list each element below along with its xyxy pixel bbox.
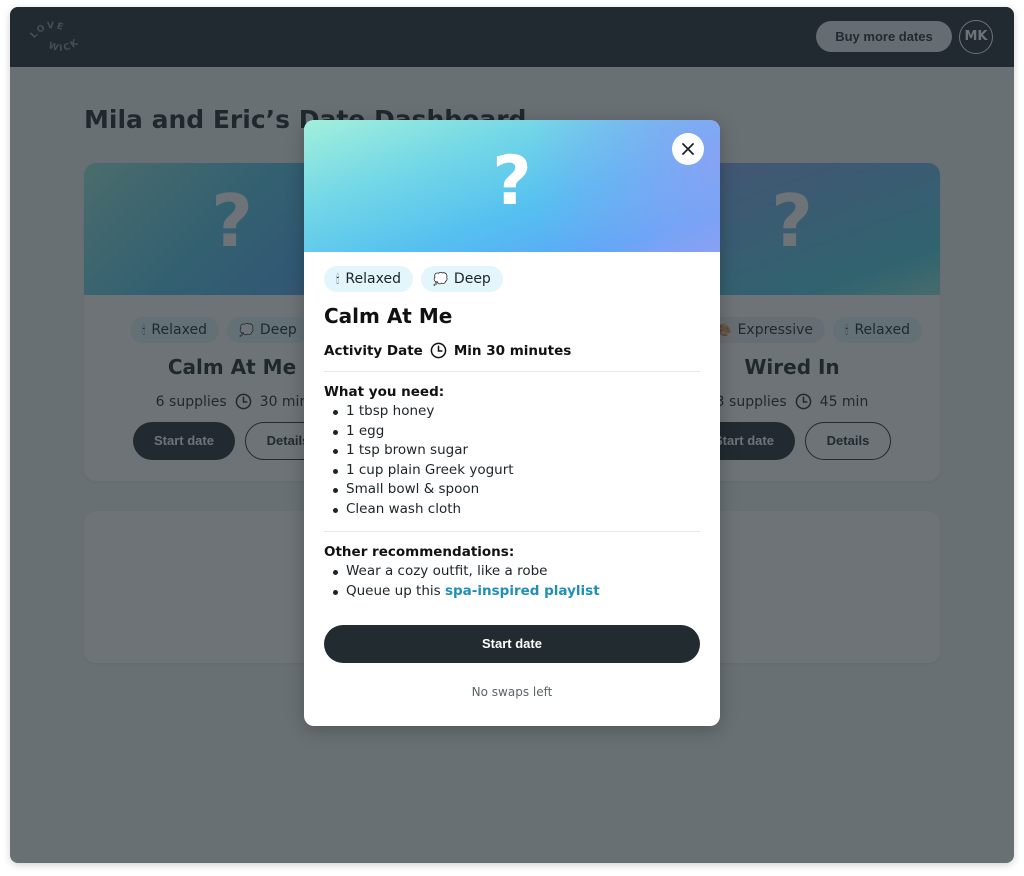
playlist-link[interactable]: spa-inspired playlist xyxy=(445,583,600,599)
tag-deep: 💭 Deep xyxy=(420,266,503,292)
tag-label: Relaxed xyxy=(345,271,401,287)
divider xyxy=(324,371,700,372)
modal-body: 🕯 Relaxed 💭 Deep Calm At Me Activity Dat… xyxy=(304,252,720,699)
needs-heading: What you need: xyxy=(324,384,445,400)
divider xyxy=(324,531,700,532)
tag-label: Deep xyxy=(453,271,491,287)
rec-text: Wear a cozy outfit, like a robe xyxy=(346,563,548,579)
list-item: Small bowl & spoon xyxy=(324,480,700,500)
modal-tags: 🕯 Relaxed 💭 Deep xyxy=(324,266,700,292)
list-item: Clean wash cloth xyxy=(324,500,700,520)
list-item: 1 cup plain Greek yogurt xyxy=(324,461,700,481)
tag-relaxed: 🕯 Relaxed xyxy=(324,266,413,292)
date-details-modal: ? 🕯 Relaxed 💭 Deep Calm At Me Activity D… xyxy=(304,120,720,726)
recs-list: Wear a cozy outfit, like a robe Queue up… xyxy=(324,562,700,601)
date-type: Activity Date xyxy=(324,342,423,359)
start-date-button[interactable]: Start date xyxy=(324,625,700,663)
swaps-status: No swaps left xyxy=(471,685,553,699)
modal-title: Calm At Me xyxy=(324,304,453,328)
duration: Min 30 minutes xyxy=(453,342,572,359)
thought-bubble-icon: 💭 xyxy=(432,272,448,286)
close-icon xyxy=(682,143,694,155)
candle-icon: 🕯 xyxy=(336,271,340,286)
mystery-question-icon: ? xyxy=(492,142,532,221)
modal-meta: Activity Date Min 30 minutes xyxy=(324,342,700,359)
list-item: Queue up this spa-inspired playlist xyxy=(324,582,700,602)
recs-heading: Other recommendations: xyxy=(324,544,515,560)
list-item: 1 egg xyxy=(324,422,700,442)
needs-list: 1 tbsp honey 1 egg 1 tsp brown sugar 1 c… xyxy=(324,402,700,519)
close-button[interactable] xyxy=(672,133,704,165)
list-item: 1 tbsp honey xyxy=(324,402,700,422)
rec-text: Queue up this xyxy=(346,582,445,599)
clock-icon xyxy=(430,342,447,359)
list-item: Wear a cozy outfit, like a robe xyxy=(324,562,700,582)
list-item: 1 tsp brown sugar xyxy=(324,441,700,461)
modal-hero-image: ? xyxy=(304,120,720,252)
